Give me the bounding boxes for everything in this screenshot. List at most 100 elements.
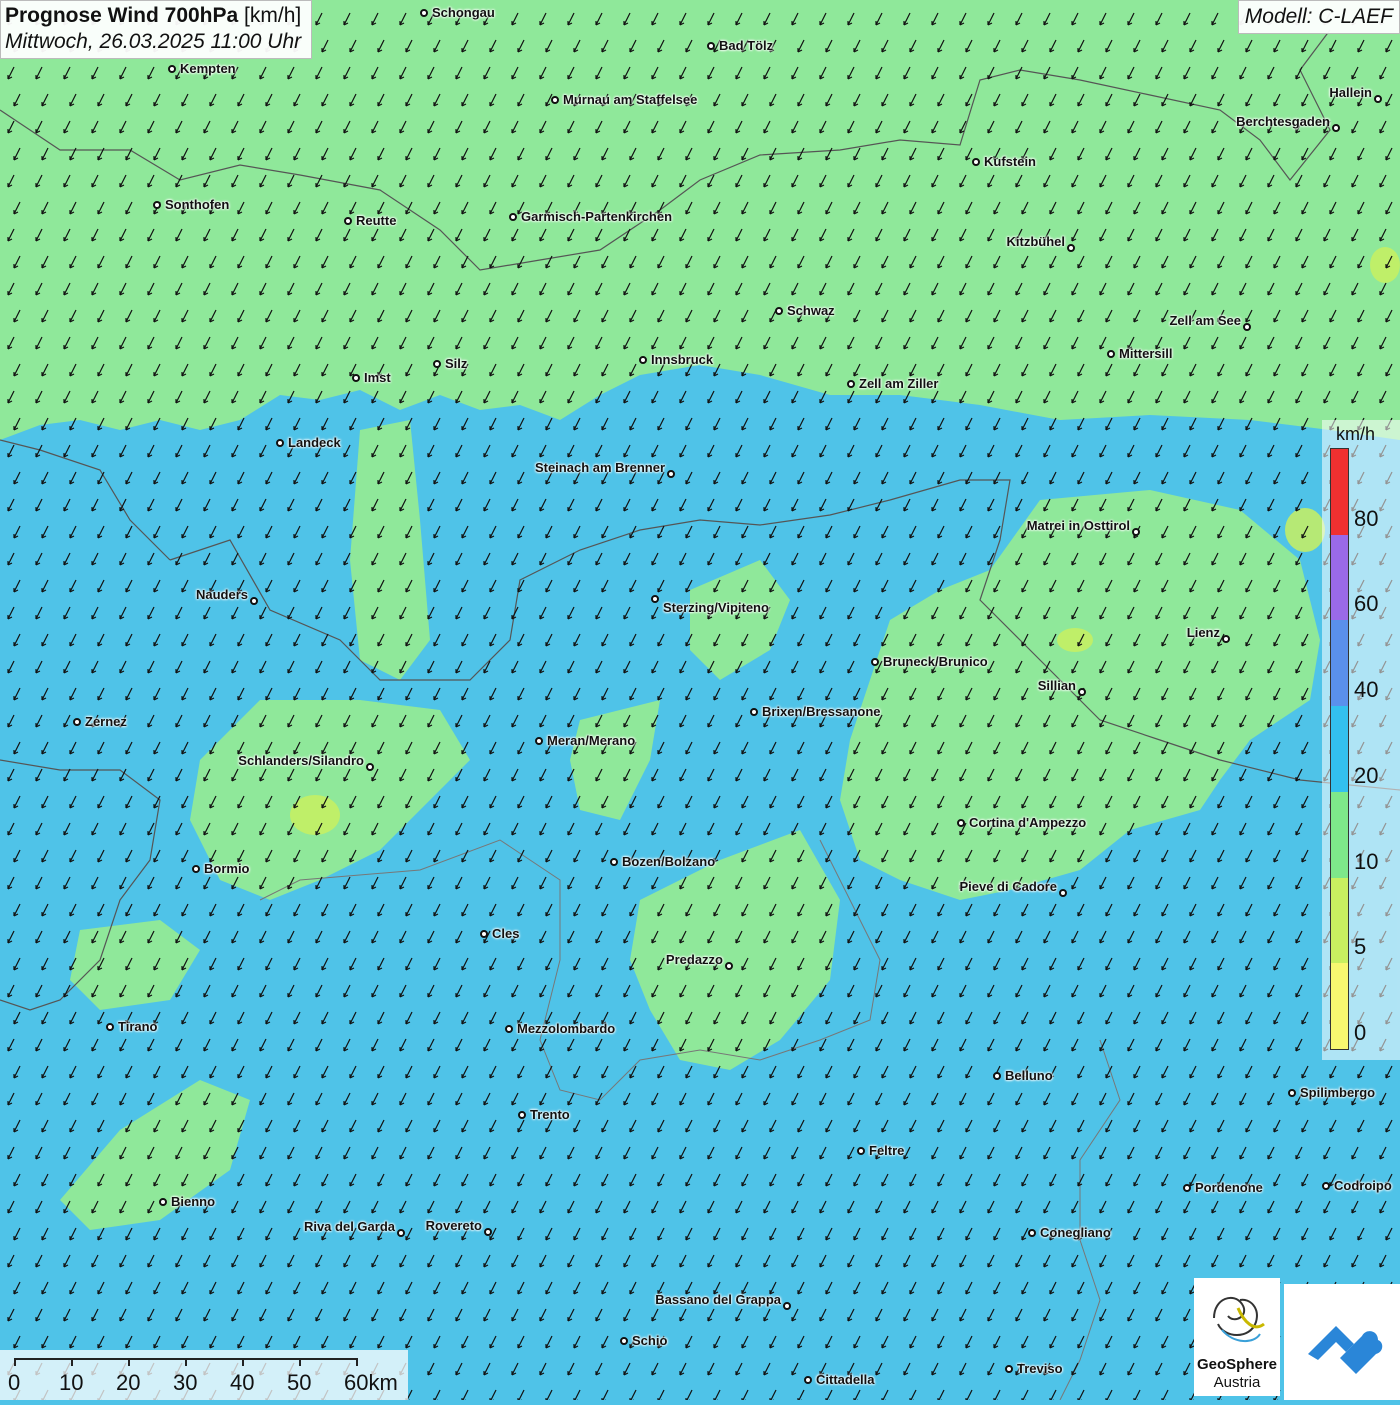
city-marker — [366, 763, 374, 771]
city-label: Sillian — [1037, 678, 1076, 693]
legend-tick-label: 20 — [1354, 762, 1379, 788]
title-box: Prognose Wind 700hPa [km/h] Mittwoch, 26… — [0, 0, 313, 59]
scale-label: 50 — [287, 1370, 312, 1395]
city-marker — [1028, 1229, 1036, 1237]
city-marker — [707, 42, 715, 50]
city-label: Schongau — [432, 5, 495, 20]
legend-tick-label: 0 — [1354, 1020, 1367, 1045]
city-marker — [993, 1072, 1001, 1080]
city-marker — [972, 158, 980, 166]
legend-swatch — [1331, 449, 1348, 536]
scale-label: 0 — [8, 1370, 21, 1395]
city-marker — [433, 360, 441, 368]
city-label: Lienz — [1186, 625, 1220, 640]
city-label: Sterzing/Vipiteno — [663, 600, 769, 615]
scale-label: 20 — [116, 1370, 141, 1395]
city-label: Schlanders/Silandro — [238, 753, 364, 768]
city-label: Schio — [632, 1333, 668, 1348]
scale-tick — [128, 1358, 130, 1366]
geosphere-swirl-icon — [1213, 1296, 1265, 1342]
city-marker — [957, 819, 965, 827]
city-marker — [651, 595, 659, 603]
wind-area-5-10-east-edge-2 — [1370, 247, 1400, 283]
legend-unit: km/h — [1336, 424, 1376, 444]
city-marker — [610, 858, 618, 866]
city-marker — [73, 718, 81, 726]
city-marker — [783, 1302, 791, 1310]
city-marker — [1374, 95, 1382, 103]
city-label: Pordenone — [1195, 1180, 1263, 1195]
city-label: Zell am See — [1169, 313, 1241, 328]
city-label: Conegliano — [1040, 1225, 1111, 1240]
city-marker — [1059, 889, 1067, 897]
city-label: Treviso — [1017, 1361, 1063, 1376]
city-marker — [1132, 528, 1140, 536]
city-label: Bassano del Grappa — [655, 1292, 781, 1307]
legend-tick-label: 40 — [1354, 677, 1379, 703]
city-label: Spilimbergo — [1300, 1085, 1376, 1100]
legend-tick-label: 60 — [1354, 591, 1379, 617]
city-label: Landeck — [288, 435, 341, 450]
city-marker — [344, 217, 352, 225]
city-marker — [1005, 1365, 1013, 1373]
city-marker — [1243, 323, 1251, 331]
city-marker — [667, 470, 675, 478]
scale-tick — [242, 1358, 244, 1366]
city-label: Schwaz — [787, 303, 835, 318]
mountain-cloud-icon — [1308, 1326, 1383, 1374]
city-label: Matrei in Osttirol — [1026, 518, 1130, 533]
city-marker — [857, 1147, 865, 1155]
city-marker — [1067, 244, 1075, 252]
legend-tick-label: 5 — [1354, 934, 1367, 960]
city-label: Predazzo — [665, 952, 723, 967]
city-marker — [192, 865, 200, 873]
city-label: Imst — [364, 370, 391, 385]
map-title-main: Prognose Wind 700hPa — [5, 4, 239, 27]
city-label: Nauders — [195, 587, 248, 602]
city-label: Trento — [530, 1107, 570, 1122]
city-marker — [153, 201, 161, 209]
legend-swatch — [1331, 620, 1348, 707]
city-marker — [484, 1228, 492, 1236]
forecast-datetime: Mittwoch, 26.03.2025 11:00 Uhr — [5, 30, 302, 53]
city-marker — [505, 1025, 513, 1033]
city-marker — [804, 1376, 812, 1384]
city-marker — [1107, 350, 1115, 358]
city-label: Sonthofen — [165, 197, 230, 212]
city-label: Meran/Merano — [547, 733, 636, 748]
city-marker — [1288, 1089, 1296, 1097]
city-label: Kempten — [180, 61, 236, 76]
city-marker — [1222, 635, 1230, 643]
city-label: Brixen/Bressanone — [762, 704, 881, 719]
city-label: Bad Tölz — [719, 38, 774, 53]
city-marker — [1332, 124, 1340, 132]
city-marker — [420, 9, 428, 17]
geosphere-logo-line1: GeoSphere — [1196, 1356, 1278, 1373]
city-label: Feltre — [869, 1143, 905, 1158]
scale-tick — [14, 1358, 16, 1366]
map-title-unit: [km/h] — [244, 4, 302, 27]
geosphere-austria-logo: GeoSphere Austria — [1194, 1278, 1280, 1396]
city-marker — [750, 708, 758, 716]
scale-label: 30 — [173, 1370, 198, 1395]
city-label: Garmisch-Partenkirchen — [521, 209, 673, 224]
city-label: Silz — [445, 356, 468, 371]
city-marker — [276, 439, 284, 447]
legend-swatch — [1331, 534, 1348, 621]
legend-tick-label: 10 — [1354, 848, 1379, 874]
scale-tick — [185, 1358, 187, 1366]
city-marker — [639, 356, 647, 364]
city-label: Belluno — [1005, 1068, 1053, 1083]
city-label: Pieve di Cadore — [959, 879, 1057, 894]
scale-tick — [71, 1358, 73, 1366]
city-marker — [871, 658, 879, 666]
legend-tick-label: 80 — [1354, 505, 1379, 531]
city-label: Cittadella — [816, 1372, 875, 1387]
city-label: Zernez — [85, 714, 127, 729]
wind-area-5-10-lienz — [1057, 628, 1093, 652]
city-label: Cles — [492, 926, 520, 941]
city-marker — [518, 1111, 526, 1119]
city-label: Bienno — [171, 1194, 216, 1209]
legend-swatch — [1331, 877, 1348, 964]
city-label: Bozen/Bolzano — [622, 854, 716, 869]
